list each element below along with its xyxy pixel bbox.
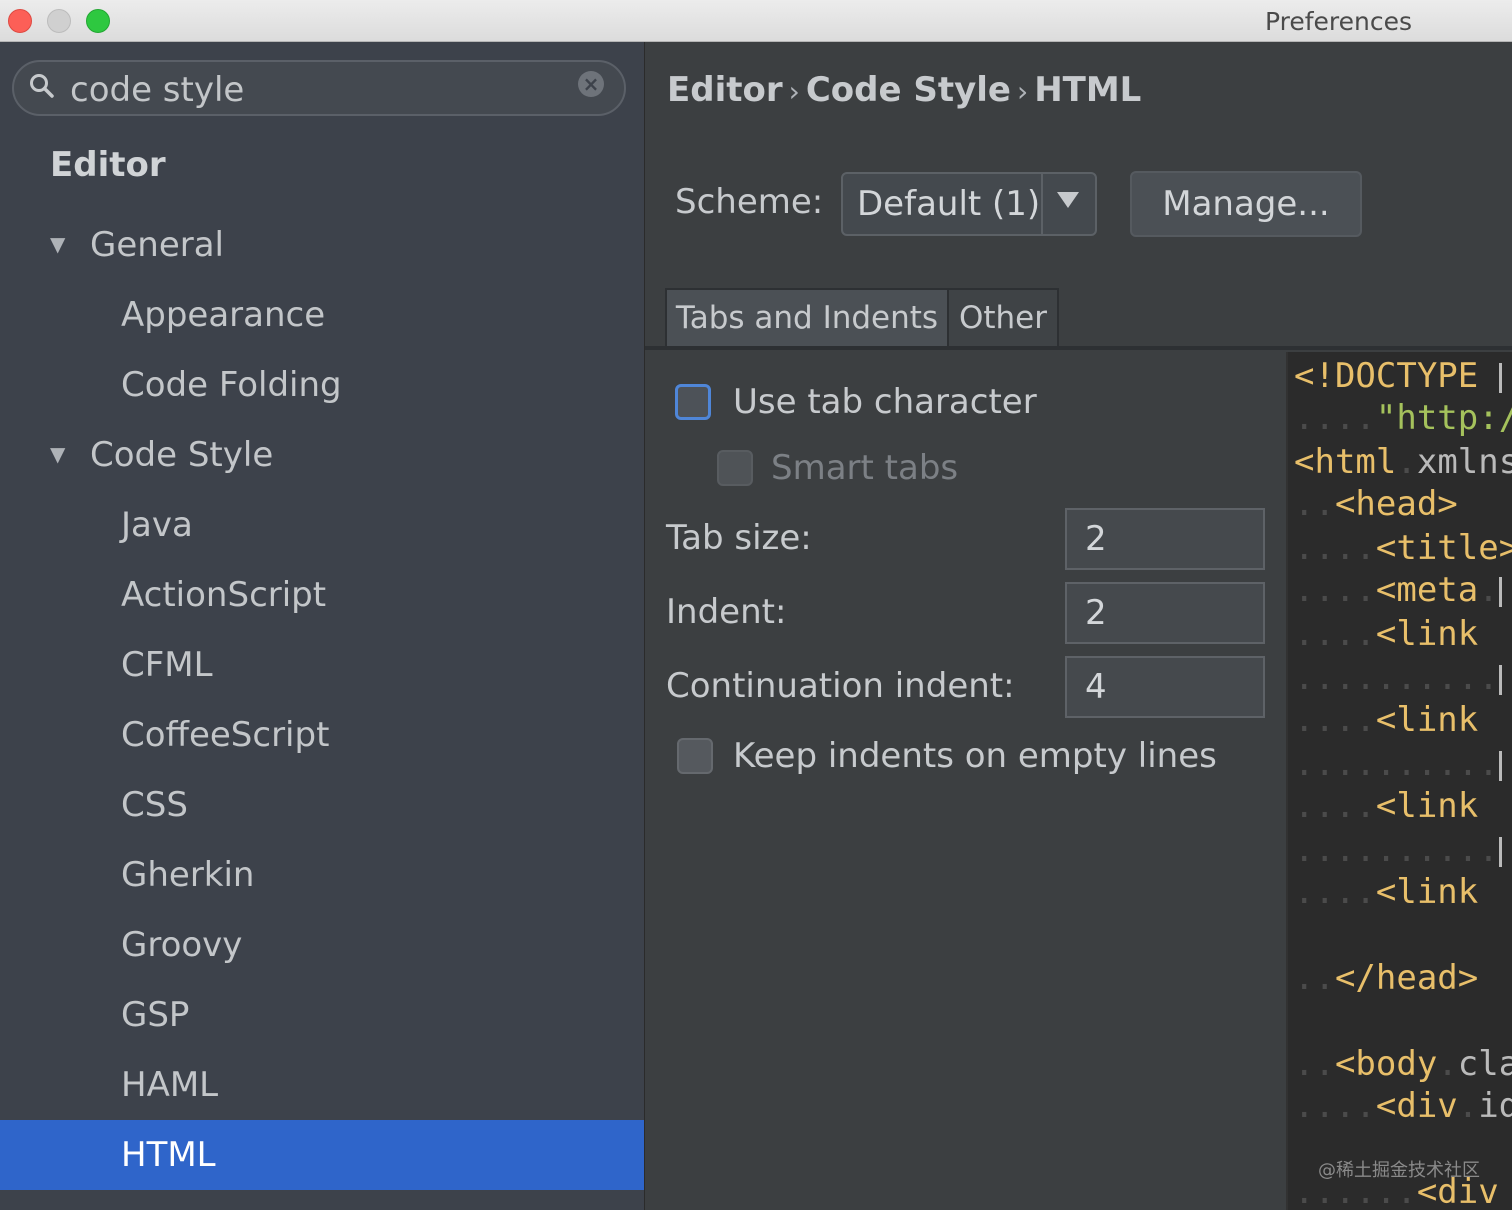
tree-item-appearance[interactable]: Appearance [121,280,325,350]
settings-sidebar: code style × Editor ▼ General Appearance… [0,42,645,1210]
tab-tabs-and-indents[interactable]: Tabs and Indents [665,288,949,348]
smart-tabs-label: Smart tabs [771,448,959,488]
tab-size-field[interactable]: 2 [1065,508,1265,570]
indent-field[interactable]: 2 [1065,582,1265,644]
dropdown-divider [1041,174,1043,234]
code-line: .......... [1294,742,1502,786]
tree-item-gsp[interactable]: GSP [121,980,189,1050]
scheme-dropdown[interactable]: Default (1) [841,172,1097,236]
title-bar: Preferences [0,0,1512,42]
window-title: Preferences [1264,7,1412,36]
use-tab-character-label[interactable]: Use tab character [733,382,1037,422]
tab-other[interactable]: Other [947,288,1059,348]
search-icon [30,74,54,98]
continuation-indent-field[interactable]: 4 [1065,656,1265,718]
minimize-window-button[interactable] [47,9,71,33]
manage-button[interactable]: Manage... [1130,171,1362,237]
smart-tabs-checkbox[interactable] [717,450,753,486]
keep-indents-checkbox[interactable] [677,738,713,774]
breadcrumb-item: HTML [1034,70,1142,110]
tree-item-code-folding[interactable]: Code Folding [121,350,342,420]
tree-item-cfml[interactable]: CFML [121,630,213,700]
code-line: .......... [1294,828,1502,872]
scheme-label: Scheme: [675,182,824,222]
watermark: @稀土掘金技术社区 [1318,1160,1480,1181]
code-line: ....<div.id [1294,1086,1512,1126]
breadcrumb-item: Code Style [805,70,1011,110]
tree-section-editor[interactable]: Editor [50,130,166,200]
tab-size-label: Tab size: [666,518,812,558]
code-line: ....<link [1294,700,1479,740]
breadcrumb-separator: › [1016,75,1029,108]
keep-indents-label[interactable]: Keep indents on empty lines [733,736,1217,776]
tree-item-groovy[interactable]: Groovy [121,910,242,980]
code-line: ....<link [1294,872,1479,912]
code-line: .......... [1294,656,1502,700]
zoom-window-button[interactable] [86,9,110,33]
code-line: ...."http:/ [1294,398,1512,438]
tab-divider [645,346,1512,350]
code-preview[interactable]: <!DOCTYPE ...."http:/ <html.xmlns ..<hea… [1286,352,1512,1210]
code-line: ....<meta. [1294,568,1502,612]
code-line: ....<link [1294,786,1479,826]
tree-item-coffeescript[interactable]: CoffeeScript [121,700,329,770]
breadcrumb-separator: › [788,75,800,108]
continuation-indent-label: Continuation indent: [666,666,1015,706]
search-input[interactable]: code style [70,70,244,110]
scheme-value: Default (1) [857,184,1041,224]
close-window-button[interactable] [8,9,32,33]
clear-search-icon[interactable]: × [578,71,604,97]
indent-label: Indent: [666,592,787,632]
tree-item-gherkin[interactable]: Gherkin [121,840,254,910]
tree-item-java[interactable]: Java [121,490,193,560]
breadcrumb-item: Editor [667,70,783,110]
code-line: ..</head> [1294,958,1479,998]
use-tab-character-checkbox[interactable] [675,384,711,420]
expand-triangle-icon[interactable]: ▼ [50,232,65,256]
code-line: <html.xmlns [1294,442,1512,482]
code-line: ..<head> [1294,484,1458,524]
tree-item-css[interactable]: CSS [121,770,188,840]
code-line: ....<title> [1294,528,1512,568]
tree-item-html[interactable]: HTML [121,1120,216,1190]
search-field[interactable]: code style × [12,60,626,116]
tree-item-haml[interactable]: HAML [121,1050,218,1120]
code-line: <!DOCTYPE [1294,354,1502,398]
tree-selection-highlight[interactable] [0,1120,644,1190]
code-line: ..<body.cla [1294,1044,1512,1084]
breadcrumb: Editor › Code Style › HTML [667,70,1141,110]
expand-triangle-icon[interactable]: ▼ [50,442,65,466]
tree-item-general[interactable]: General [90,210,224,280]
code-line: ....<link [1294,614,1479,654]
tree-item-actionscript[interactable]: ActionScript [121,560,326,630]
chevron-down-icon[interactable] [1057,192,1079,208]
tree-item-code-style[interactable]: Code Style [90,420,273,490]
